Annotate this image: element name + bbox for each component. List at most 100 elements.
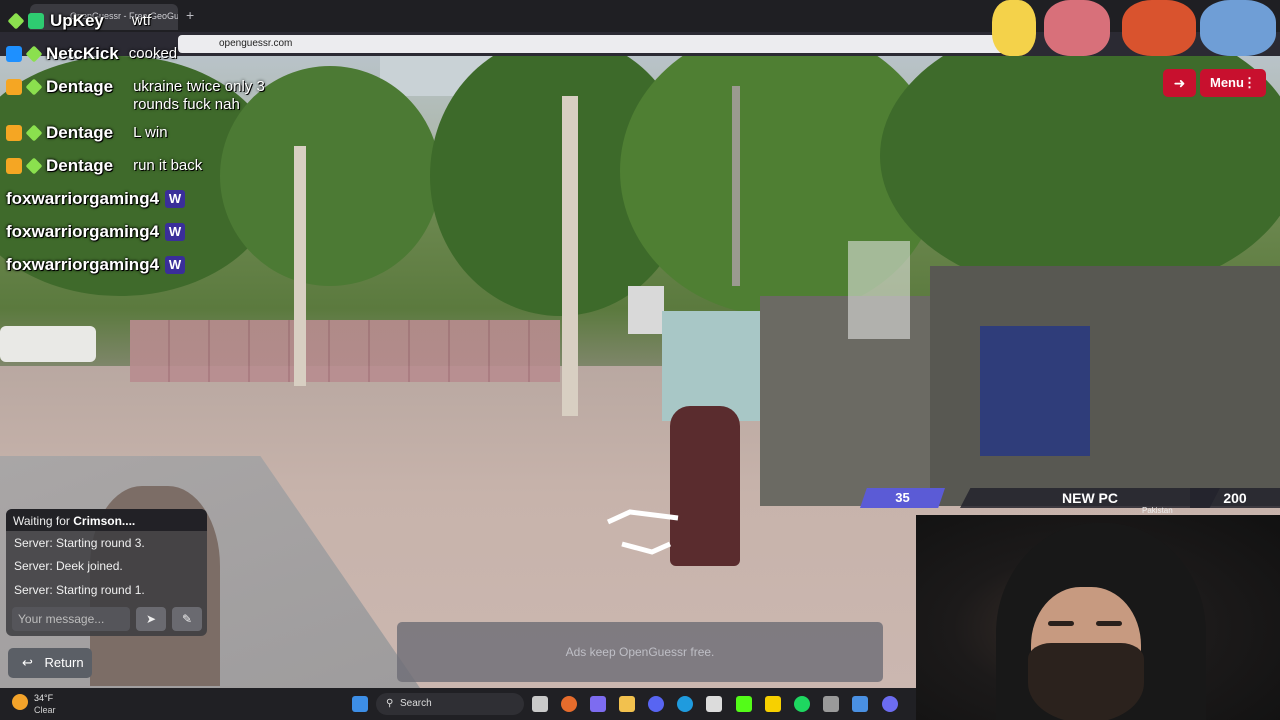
search-label: Search bbox=[400, 698, 432, 709]
pokemon-sprite-icon bbox=[1200, 0, 1276, 56]
report-button[interactable]: ✎ bbox=[172, 607, 202, 631]
beard bbox=[1028, 643, 1144, 720]
chat-username: foxwarriorgaming4 bbox=[6, 255, 160, 274]
exit-game-button[interactable]: ➜ bbox=[1163, 69, 1196, 97]
search-icon: ⚲ bbox=[386, 698, 394, 709]
w-emote-icon: W bbox=[165, 256, 186, 274]
taskbar-search[interactable]: ⚲ Search bbox=[376, 693, 524, 715]
chat-username: Dentage bbox=[46, 123, 114, 142]
chat-message-input[interactable]: Your message... bbox=[12, 607, 130, 631]
chat-message: NetcKick cooked bbox=[6, 41, 177, 71]
utility-pole bbox=[294, 146, 306, 386]
shop-stall bbox=[662, 311, 762, 421]
chat-text: wtf bbox=[131, 12, 152, 29]
diamond-badge-icon bbox=[7, 12, 25, 30]
chat-text: L win bbox=[133, 124, 168, 141]
eyebrow bbox=[1096, 621, 1122, 626]
edge-icon[interactable] bbox=[677, 696, 693, 712]
signboard bbox=[628, 286, 664, 334]
menu-button[interactable]: Menu ⋮ bbox=[1200, 69, 1266, 97]
w-emote-icon: W bbox=[165, 190, 186, 208]
sub-badge-icon bbox=[6, 125, 22, 141]
chat-username: Dentage bbox=[46, 156, 114, 175]
chat-message: foxwarriorgaming4 W bbox=[6, 186, 186, 216]
kick-icon[interactable] bbox=[736, 696, 752, 712]
chat-message: Dentage ukraine twice only 3 rounds fuck… bbox=[6, 74, 303, 118]
waiting-status: Waiting for Crimson.... bbox=[6, 509, 207, 531]
waiting-player-name: Crimson.... bbox=[73, 514, 136, 528]
chat-text: run it back bbox=[133, 157, 203, 174]
chat-username: foxwarriorgaming4 bbox=[6, 222, 160, 241]
file-explorer-icon[interactable] bbox=[619, 696, 635, 712]
boundary-wall bbox=[130, 320, 560, 382]
diamond-badge-icon bbox=[25, 78, 43, 96]
eyebrow bbox=[1048, 621, 1074, 626]
server-message: Server: Starting round 1. bbox=[14, 583, 145, 597]
chat-message: Dentage run it back bbox=[6, 153, 202, 183]
score-bar: 35 NEW PC 200 bbox=[860, 488, 1280, 510]
return-arrow-icon: ↩ bbox=[22, 655, 33, 670]
sub-badge-icon bbox=[6, 46, 22, 62]
app-icon[interactable] bbox=[823, 696, 839, 712]
diamond-badge-icon bbox=[25, 157, 43, 175]
chat-message: foxwarriorgaming4 W bbox=[6, 252, 186, 282]
utility-pole bbox=[562, 96, 578, 416]
task-view-icon[interactable] bbox=[532, 696, 548, 712]
waiting-prefix: Waiting for bbox=[13, 514, 70, 528]
pokemon-sprite-icon bbox=[1044, 0, 1110, 56]
ad-banner[interactable]: Ads keep OpenGuessr free. bbox=[397, 622, 883, 682]
exit-icon: ➜ bbox=[1173, 75, 1186, 91]
weather-temperature[interactable]: 34°F bbox=[34, 693, 53, 703]
weather-sun-icon[interactable] bbox=[12, 694, 28, 710]
notes-icon[interactable] bbox=[765, 696, 781, 712]
menu-label: Menu bbox=[1210, 75, 1244, 90]
player-score: 35 bbox=[860, 488, 945, 508]
send-message-button[interactable]: ➤ bbox=[136, 607, 166, 631]
diamond-badge-icon bbox=[25, 124, 43, 142]
minimap-country-label[interactable]: Pakistan bbox=[1142, 506, 1173, 515]
firefox-icon[interactable] bbox=[561, 696, 577, 712]
weather-condition[interactable]: Clear bbox=[34, 705, 56, 715]
url-text[interactable]: openguessr.com bbox=[219, 38, 292, 49]
windows-start-icon[interactable] bbox=[352, 696, 368, 712]
blue-shutter bbox=[980, 326, 1090, 456]
chat-username: NetcKick bbox=[46, 44, 119, 63]
pokemon-sprite-icon bbox=[992, 0, 1036, 56]
back-arrow-icon[interactable] bbox=[621, 541, 672, 555]
send-icon: ➤ bbox=[145, 612, 157, 626]
diamond-badge-icon bbox=[25, 45, 43, 63]
screen: OpenGuessr - Free GeoGuessr + ◯ 🔒 opengu… bbox=[0, 0, 1280, 720]
sub-badge-icon bbox=[6, 158, 22, 174]
return-label: Return bbox=[44, 655, 84, 670]
chat-message: Dentage L win bbox=[6, 120, 168, 150]
game-chat-panel: Waiting for Crimson.... Server: Starting… bbox=[6, 509, 207, 636]
app-icon[interactable] bbox=[882, 696, 898, 712]
pokemon-sprite-icon bbox=[1122, 0, 1196, 56]
app-icon[interactable] bbox=[852, 696, 868, 712]
spotify-icon[interactable] bbox=[794, 696, 810, 712]
store-icon[interactable] bbox=[706, 696, 722, 712]
chat-text: cooked bbox=[128, 45, 178, 62]
sub-badge-icon bbox=[6, 79, 22, 95]
report-icon: ✎ bbox=[181, 612, 193, 626]
forward-arrow-icon[interactable] bbox=[606, 509, 679, 525]
server-message: Server: Deek joined. bbox=[14, 559, 123, 573]
sign-panel bbox=[848, 241, 910, 339]
utility-pole bbox=[732, 86, 740, 286]
address-bar[interactable] bbox=[178, 35, 1028, 53]
w-emote-icon: W bbox=[165, 223, 186, 241]
opponent-name: NEW PC bbox=[960, 488, 1220, 508]
chat-username: foxwarriorgaming4 bbox=[6, 189, 160, 208]
opponent-score: 200 bbox=[1190, 488, 1280, 508]
copilot-icon[interactable] bbox=[590, 696, 606, 712]
parked-van bbox=[0, 326, 96, 362]
return-button[interactable]: ↩ Return bbox=[8, 648, 92, 678]
windows-taskbar: 34°F Clear ⚲ Search bbox=[0, 688, 916, 720]
navigation-arrows[interactable] bbox=[600, 508, 690, 558]
chat-username: UpKey bbox=[50, 11, 104, 30]
chat-username: Dentage bbox=[46, 77, 114, 96]
kebab-menu-icon: ⋮ bbox=[1243, 75, 1256, 90]
new-tab-button[interactable]: + bbox=[186, 7, 194, 23]
chat-message: foxwarriorgaming4 W bbox=[6, 219, 186, 249]
discord-icon[interactable] bbox=[648, 696, 664, 712]
